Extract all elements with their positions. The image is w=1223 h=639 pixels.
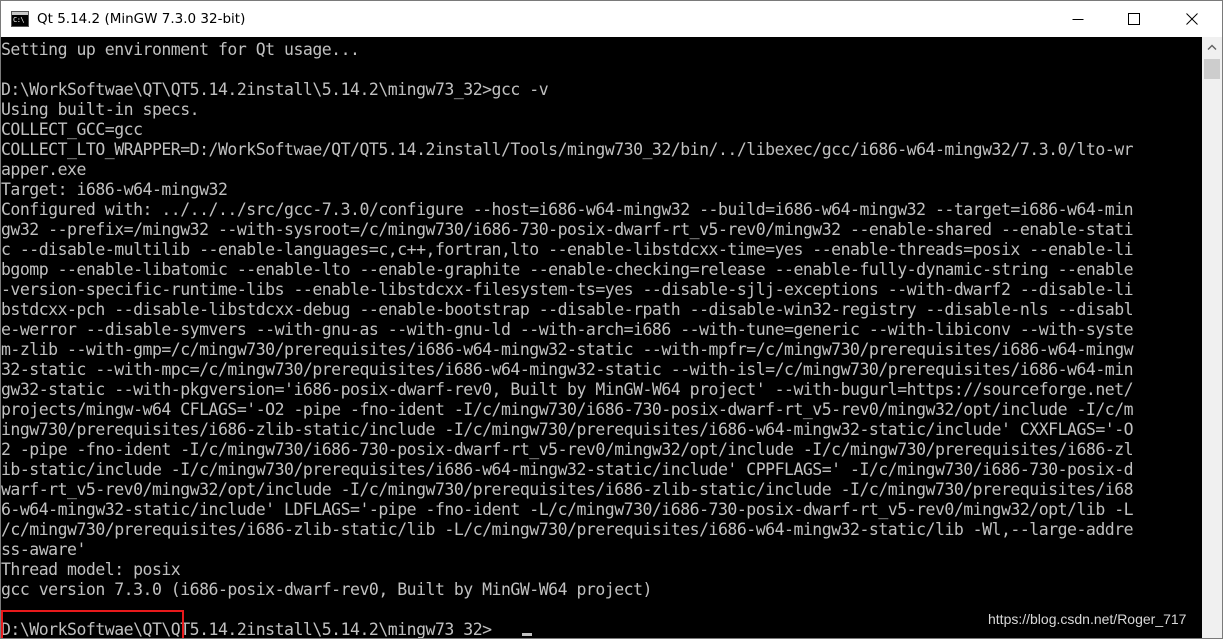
- console-line: Configured with: ../../../src/gcc-7.3.0/…: [1, 200, 1134, 219]
- console-line: 2 -pipe -fno-ident -I/c/mingw730/i686-73…: [1, 440, 1134, 459]
- console-line: -version-specific-runtime-libs --enable-…: [1, 280, 1134, 299]
- console-line: c --disable-multilib --enable-languages=…: [1, 240, 1134, 259]
- console-line: gw32 --prefix=/mingw32 --with-sysroot=/c…: [1, 220, 1134, 239]
- console-line: ib-static/include -I/c/mingw730/prerequi…: [1, 460, 1134, 479]
- maximize-button[interactable]: [1106, 1, 1162, 37]
- console-line: bgomp --enable-libatomic --enable-lto --…: [1, 260, 1134, 279]
- close-button[interactable]: [1162, 1, 1222, 37]
- console-line: Thread model: posix: [1, 560, 181, 579]
- console-line: /c/mingw730/prerequisites/i686-zlib-stat…: [1, 520, 1134, 539]
- console-line: 6-w64-mingw32-static/include' LDFLAGS='-…: [1, 500, 1134, 519]
- console-line: bstdcxx-pch --disable-libstdcxx-debug --…: [1, 300, 1134, 319]
- watermark-text: https://blog.csdn.net/Roger_717: [988, 611, 1187, 627]
- vertical-scrollbar[interactable]: [1202, 37, 1222, 638]
- scrollbar-thumb[interactable]: [1204, 59, 1220, 79]
- console-line: projects/mingw-w64 CFLAGS='-O2 -pipe -fn…: [1, 400, 1134, 419]
- console-line: gw32-static --with-pkgversion='i686-posi…: [1, 380, 1134, 399]
- console-line: D:\WorkSoftwae\QT\QT5.14.2install\5.14.2…: [1, 620, 492, 638]
- console-line: warf-rt_v5-rev0/mingw32/opt/include -I/c…: [1, 480, 1134, 499]
- console-line: Target: i686-w64-mingw32: [1, 180, 228, 199]
- minimize-icon: [1072, 19, 1084, 20]
- console-line: D:\WorkSoftwae\QT\QT5.14.2install\5.14.2…: [1, 80, 549, 99]
- console-app-icon[interactable]: [11, 11, 29, 27]
- console-line: e-werror --disable-symvers --with-gnu-as…: [1, 320, 1134, 339]
- title-bar[interactable]: Qt 5.14.2 (MinGW 7.3.0 32-bit): [1, 1, 1222, 37]
- window-title: Qt 5.14.2 (MinGW 7.3.0 32-bit): [37, 11, 246, 27]
- text-cursor: [522, 633, 532, 636]
- console-line: COLLECT_GCC=gcc: [1, 120, 143, 139]
- minimize-button[interactable]: [1050, 1, 1106, 37]
- console-line: m-zlib --with-gmp=/c/mingw730/prerequisi…: [1, 340, 1134, 359]
- console-window: Qt 5.14.2 (MinGW 7.3.0 32-bit) Setting u…: [0, 0, 1223, 639]
- console-line: Setting up environment for Qt usage...: [1, 40, 360, 59]
- console-line: Using built-in specs.: [1, 100, 200, 119]
- console-output[interactable]: Setting up environment for Qt usage... D:…: [1, 37, 1202, 638]
- maximize-icon: [1128, 13, 1140, 25]
- console-line: 32-static --with-mpc=/c/mingw730/prerequ…: [1, 360, 1134, 379]
- console-line: COLLECT_LTO_WRAPPER=D:/WorkSoftwae/QT/QT…: [1, 140, 1134, 159]
- close-icon: [1186, 13, 1198, 25]
- scroll-up-button[interactable]: [1202, 37, 1222, 57]
- scroll-up-arrow-icon: [1207, 44, 1217, 50]
- console-line: ingw730/prerequisites/i686-zlib-static/i…: [1, 420, 1134, 439]
- console-line: gcc version 7.3.0 (i686-posix-dwarf-rev0…: [1, 580, 652, 599]
- console-line: apper.exe: [1, 160, 86, 179]
- console-line: ss-aware': [1, 540, 86, 559]
